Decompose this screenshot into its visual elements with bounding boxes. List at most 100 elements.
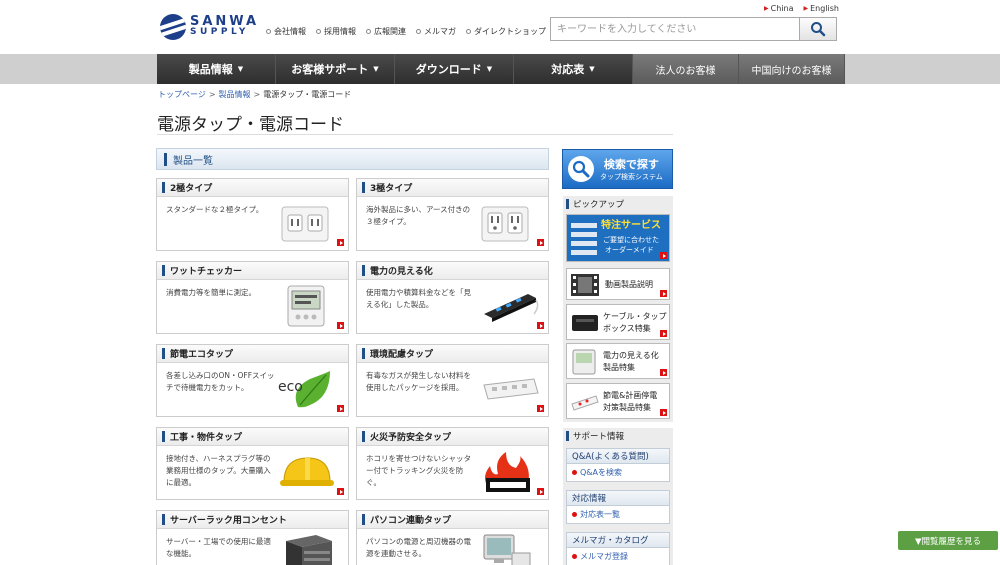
product-desc: 有毒なガスが発生しない材料を使用したパッケージを採用。 <box>366 371 471 392</box>
strip-icon <box>571 395 599 411</box>
more-arrow-icon[interactable] <box>337 488 344 495</box>
top-link-press[interactable]: 広報関連 <box>366 26 406 37</box>
triangle-icon: ▶ <box>764 5 769 12</box>
product-name: 2極タイプ <box>170 184 213 194</box>
product-card-eco-friendly[interactable]: 環境配慮タップ 有毒なガスが発生しない材料を使用したパッケージを採用。 <box>356 344 549 417</box>
more-arrow-icon[interactable] <box>337 239 344 246</box>
bullet-icon <box>266 29 271 34</box>
more-arrow-icon[interactable] <box>537 239 544 246</box>
pickup-power-saving[interactable]: 節電&計画停電 対策製品特集 <box>566 383 670 419</box>
bullet-icon <box>572 554 577 559</box>
more-arrow-icon[interactable] <box>660 252 667 259</box>
pickup-video[interactable]: 動画製品説明 <box>566 268 670 300</box>
eco-leaf-icon: eco <box>278 371 330 408</box>
support-qa-link[interactable]: Q&Aを検索 <box>566 464 670 482</box>
pickup-cable-box[interactable]: ケーブル・タップ ボックス特集 <box>566 304 670 340</box>
more-arrow-icon[interactable] <box>537 405 544 412</box>
product-name: 環境配慮タップ <box>370 350 434 360</box>
bullet-icon <box>416 29 421 34</box>
support-title: サポート情報 <box>573 432 625 442</box>
more-arrow-icon[interactable] <box>537 488 544 495</box>
fire-prevention-icon <box>485 452 530 492</box>
product-name: 電力の見える化 <box>370 267 433 277</box>
support-qa-heading: Q&A(よくある質問) <box>566 448 670 464</box>
product-name: サーバーラック用コンセント <box>170 516 287 526</box>
caret-down-icon: ▼ <box>373 65 379 73</box>
breadcrumb-products[interactable]: 製品情報 <box>219 90 251 99</box>
support-compat-heading: 対応情報 <box>566 490 670 506</box>
pc-monitor-icon <box>483 534 531 565</box>
film-icon <box>571 274 599 296</box>
more-arrow-icon[interactable] <box>660 409 667 416</box>
nav-products[interactable]: 製品情報 ▼ <box>157 54 276 84</box>
pickup-custom-order[interactable]: 特注サービス ご要望に合わせた オーダーメイド <box>566 214 670 262</box>
product-card-2pin[interactable]: 2極タイプ スタンダードな２極タイプ。 <box>156 178 349 251</box>
top-link-company[interactable]: 会社情報 <box>266 26 306 37</box>
product-desc: パソコンの電源と周辺機器の電源を連動させる。 <box>366 537 471 558</box>
breadcrumb-top[interactable]: トップページ <box>158 90 206 99</box>
more-arrow-icon[interactable] <box>660 369 667 376</box>
title-divider <box>157 134 673 135</box>
white-strip-icon <box>483 378 539 400</box>
search-button[interactable] <box>800 17 837 41</box>
product-card-3pin[interactable]: 3極タイプ 海外製品に多い、アース付きの３極タイプ。 <box>356 178 549 251</box>
top-link-mailmag[interactable]: メルマガ <box>416 26 456 37</box>
more-arrow-icon[interactable] <box>337 405 344 412</box>
support-compat-link[interactable]: 対応表一覧 <box>566 506 670 524</box>
product-name: 節電エコタップ <box>170 350 234 360</box>
product-card-construction[interactable]: 工事・物件タップ 接地付き、ハーネスプラグ等の業務用仕様のタップ。大量購入に最適… <box>156 427 349 500</box>
search-icon <box>811 22 826 37</box>
tap-search-banner[interactable]: 検索で探す タップ検索システム <box>562 149 673 189</box>
product-name: 火災予防安全タップ <box>370 433 452 443</box>
nav-support[interactable]: お客様サポート ▼ <box>276 54 395 84</box>
top-link-direct-shop[interactable]: ダイレクトショップ <box>466 26 546 37</box>
search-input[interactable] <box>550 17 800 41</box>
page-title: 電源タップ・電源コード <box>157 115 344 135</box>
more-arrow-icon[interactable] <box>537 322 544 329</box>
nav-compat[interactable]: 対応表 ▼ <box>514 54 633 84</box>
top-link-recruit[interactable]: 採用情報 <box>316 26 356 37</box>
magnifier-icon <box>568 156 594 182</box>
bullet-icon <box>366 29 371 34</box>
meter-icon <box>572 349 596 375</box>
caret-down-icon: ▼ <box>237 65 244 73</box>
bullet-icon <box>572 470 577 475</box>
product-card-pc-linked[interactable]: パソコン連動タップ パソコンの電源と周辺機器の電源を連動させる。 <box>356 510 549 565</box>
product-desc: サーバー・工場での使用に最適な機能。 <box>166 537 271 558</box>
more-arrow-icon[interactable] <box>660 290 667 297</box>
product-card-fire-prevention[interactable]: 火災予防安全タップ ホコリを寄せつけないシャッター付でトラッキング火災を防ぐ。 <box>356 427 549 500</box>
lang-link-english[interactable]: ▶ English <box>803 4 839 13</box>
nav-download[interactable]: ダウンロード ▼ <box>395 54 514 84</box>
pickup-title: ピックアップ <box>573 200 625 210</box>
logo-line1: SANWA <box>190 14 260 29</box>
pickup-power-visualize[interactable]: 電力の見える化 製品特集 <box>566 343 670 379</box>
triangle-icon: ▶ <box>803 5 809 12</box>
view-history-button[interactable]: ▼閲覧履歴を見る <box>898 531 998 550</box>
cable-box-icon <box>572 315 598 331</box>
more-arrow-icon[interactable] <box>337 322 344 329</box>
product-list-heading: 製品一覧 <box>156 148 549 170</box>
site-logo[interactable]: SANWA SUPPLY <box>160 14 259 40</box>
product-desc: スタンダードな２極タイプ。 <box>166 205 264 214</box>
strip-stack-icon <box>571 223 597 255</box>
product-desc: 使用電力や積算料金などを「見える化」した製品。 <box>366 288 471 309</box>
bullet-icon <box>466 29 471 34</box>
product-card-server-rack[interactable]: サーバーラック用コンセント サーバー・工場での使用に最適な機能。 <box>156 510 349 565</box>
product-card-eco-tap[interactable]: 節電エコタップ 各差し込み口のON・OFFスイッチで待機電力をカット。 eco <box>156 344 349 417</box>
power-strip-icon <box>484 294 539 322</box>
caret-down-icon: ▼ <box>589 65 595 73</box>
breadcrumb: トップページ > 製品情報 > 電源タップ・電源コード <box>158 90 352 99</box>
lang-link-china[interactable]: ▶ China <box>764 4 793 13</box>
caret-down-icon: ▼ <box>486 65 493 73</box>
nav-corporate[interactable]: 法人のお客様 <box>633 54 739 84</box>
product-name: パソコン連動タップ <box>370 516 452 526</box>
product-name: ワットチェッカー <box>170 267 243 277</box>
search-banner-sub: タップ検索システム <box>600 173 663 181</box>
product-card-power-visualize[interactable]: 電力の見える化 使用電力や積算料金などを「見える化」した製品。 <box>356 261 549 334</box>
product-card-watt-checker[interactable]: ワットチェッカー 消費電力等を簡単に測定。 <box>156 261 349 334</box>
nav-china[interactable]: 中国向けのお客様 <box>739 54 845 84</box>
outlet-2pin-icon <box>281 206 329 242</box>
more-arrow-icon[interactable] <box>660 330 667 337</box>
support-mailmag-link[interactable]: メルマガ登録 <box>566 548 670 565</box>
search-banner-title: 検索で探す <box>603 158 659 171</box>
